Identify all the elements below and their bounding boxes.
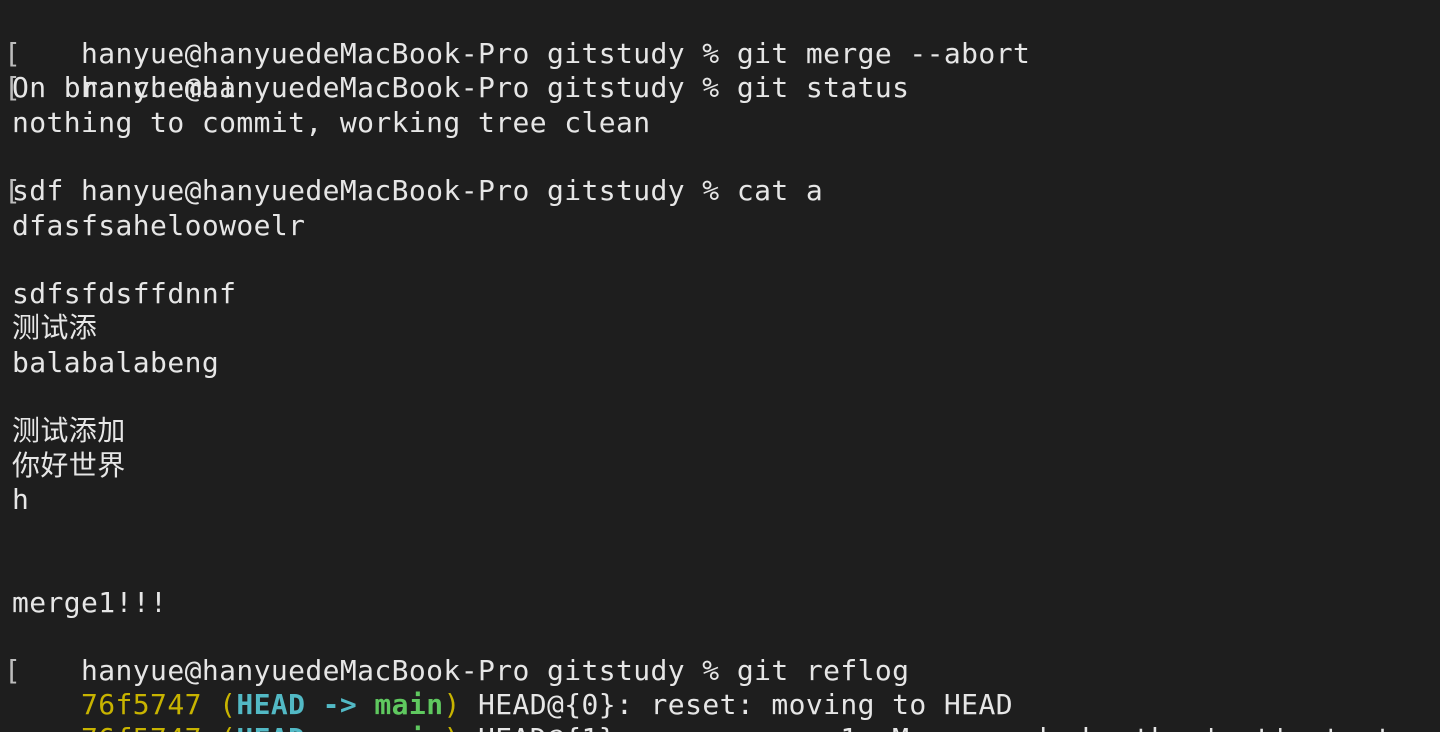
commit-hash: 76f5747 [81, 722, 202, 732]
ref-close-paren: ) [443, 722, 460, 732]
output-line: balabalabeng [12, 346, 220, 379]
prompt-line: [hanyue@hanyuedeMacBook-Pro gitstudy % g… [4, 37, 909, 104]
head-ref: HEAD [236, 722, 305, 732]
reflog-message: HEAD@{1}: merge merge1: Merge made by th… [461, 722, 1440, 732]
command-text: git status [736, 71, 910, 104]
ref-open-paren: ( [202, 722, 237, 732]
output-line: 你好世界 [12, 449, 126, 482]
output-line: merge1!!! [12, 586, 168, 619]
ref-arrow: -> [305, 722, 374, 732]
prompt-text: hanyue@hanyuedeMacBook-Pro gitstudy % [81, 174, 737, 207]
output-line: dfasfsaheloowoelr [12, 209, 306, 242]
output-line: 测试添 [12, 311, 98, 344]
output-line: sdfsfdsffdnnf [12, 277, 237, 310]
output-line: On branch main [12, 71, 254, 104]
terminal-window[interactable]: [hanyue@hanyuedeMacBook-Pro gitstudy % g… [0, 0, 1440, 732]
prompt-line: [hanyue@hanyuedeMacBook-Pro gitstudy % g… [4, 3, 1030, 70]
prompt-line: [hanyue@hanyuedeMacBook-Pro gitstudy % c… [4, 140, 823, 207]
output-line: 测试添加 [12, 414, 126, 447]
branch-ref: main [374, 722, 443, 732]
output-line: sdf [12, 174, 64, 207]
reflog-line: 76f5747 (HEAD -> main) HEAD@{0}: reset: … [12, 654, 1013, 721]
reflog-line: 76f5747 (HEAD -> main) HEAD@{1}: merge m… [12, 688, 1440, 732]
output-line: nothing to commit, working tree clean [12, 106, 651, 139]
command-text: cat a [736, 174, 824, 207]
output-line: h [12, 483, 30, 516]
prompt-line: [hanyue@hanyuedeMacBook-Pro gitstudy % g… [4, 620, 909, 687]
